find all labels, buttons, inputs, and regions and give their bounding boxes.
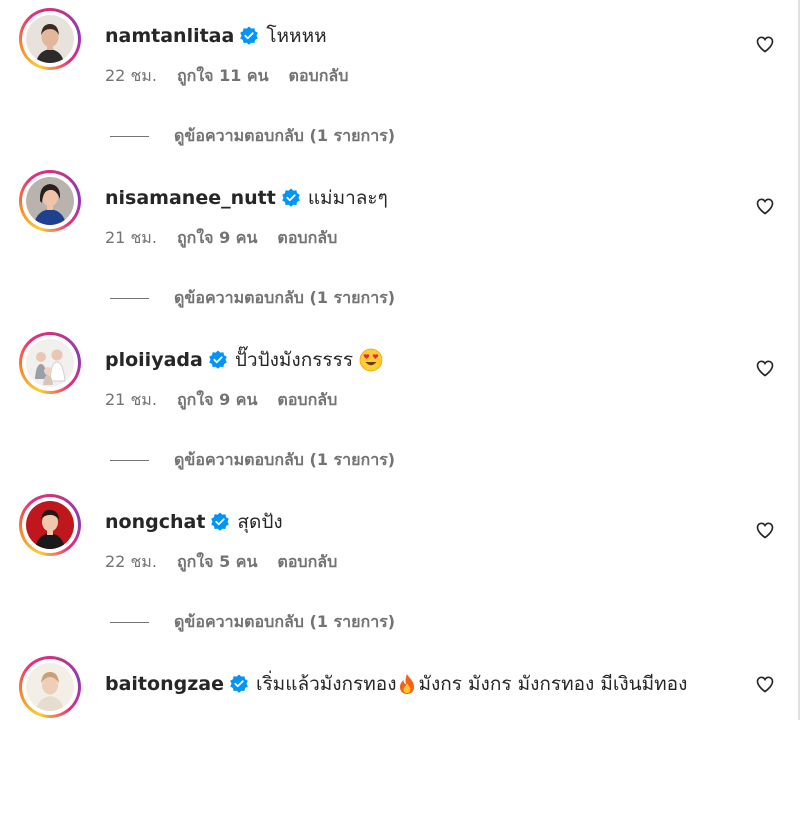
comment-item: nisamanee_nutt แม่มาละๆ 21 ชม. ถูกใจ 9 ค… (0, 170, 800, 332)
username[interactable]: nisamanee_nutt (105, 187, 276, 209)
replies-divider (110, 136, 149, 137)
view-replies-button[interactable]: ดูข้อความตอบกลับ (1 รายการ) (110, 610, 395, 635)
view-replies-label: ดูข้อความตอบกลับ (1 รายการ) (174, 612, 396, 631)
verified-badge-icon (240, 26, 259, 45)
heart-icon[interactable] (755, 196, 775, 216)
replies-divider (110, 622, 149, 623)
reply-button[interactable]: ตอบกลับ (277, 550, 337, 575)
view-replies-button[interactable]: ดูข้อความตอบกลับ (1 รายการ) (110, 286, 395, 311)
story-ring[interactable] (19, 8, 81, 70)
username[interactable]: nongchat (105, 511, 205, 533)
avatar[interactable] (26, 339, 74, 387)
comment-text: ปั๊วปังมังกรรรร (234, 349, 354, 371)
comment-time[interactable]: 21 ชม. (105, 388, 157, 413)
story-ring[interactable] (19, 332, 81, 394)
comment-text: แม่มาละๆ (307, 187, 388, 209)
comment-text: สุดปัง (237, 511, 283, 533)
heart-icon[interactable] (755, 674, 775, 694)
likes-count[interactable]: ถูกใจ 5 คน (177, 550, 257, 575)
view-replies-label: ดูข้อความตอบกลับ (1 รายการ) (174, 126, 396, 145)
likes-count[interactable]: ถูกใจ 9 คน (177, 226, 257, 251)
view-replies-button[interactable]: ดูข้อความตอบกลับ (1 รายการ) (110, 448, 395, 473)
verified-badge-icon (211, 512, 230, 531)
comment-time[interactable]: 21 ชม. (105, 226, 157, 251)
replies-divider (110, 298, 149, 299)
fire-emoji-icon (400, 674, 415, 694)
comment-text-continued: มังกร มังกร มังกรทอง มีเงินมีทอง (418, 673, 688, 695)
heart-icon[interactable] (755, 520, 775, 540)
story-ring[interactable] (19, 494, 81, 556)
reply-button[interactable]: ตอบกลับ (277, 226, 337, 251)
avatar[interactable] (26, 663, 74, 711)
comment-item: baitongzae เริ่มแล้วมังกรทอง มังกร มังกร… (0, 656, 800, 818)
verified-badge-icon (230, 674, 248, 693)
comment-item: nongchat สุดปัง 22 ชม. ถูกใจ 5 คน ตอบกลั… (0, 494, 800, 656)
comment-text: เริ่มแล้วมังกรทอง (255, 673, 397, 695)
view-replies-button[interactable]: ดูข้อความตอบกลับ (1 รายการ) (110, 124, 395, 149)
comment-item: namtanlitaa โหหหห 22 ชม. ถูกใจ 11 คน ตอบ… (0, 8, 800, 170)
replies-divider (110, 460, 149, 461)
comment-text: โหหหห (266, 25, 327, 47)
avatar[interactable] (26, 177, 74, 225)
username[interactable]: baitongzae (105, 673, 224, 695)
likes-count[interactable]: ถูกใจ 11 คน (177, 64, 269, 89)
story-ring[interactable] (19, 656, 81, 718)
reply-button[interactable]: ตอบกลับ (277, 388, 337, 413)
comment-time[interactable]: 22 ชม. (105, 550, 157, 575)
heart-icon[interactable] (755, 34, 775, 54)
avatar[interactable] (26, 15, 74, 63)
view-replies-label: ดูข้อความตอบกลับ (1 รายการ) (174, 288, 396, 307)
username[interactable]: namtanlitaa (105, 25, 234, 47)
heart-eyes-emoji-icon (359, 348, 383, 372)
story-ring[interactable] (19, 170, 81, 232)
verified-badge-icon (209, 350, 227, 369)
heart-icon[interactable] (755, 358, 775, 378)
comment-item: ploiiyada ปั๊วปังมังกรรรร 21 ชม. ถูกใจ 9… (0, 332, 800, 494)
likes-count[interactable]: ถูกใจ 9 คน (177, 388, 257, 413)
reply-button[interactable]: ตอบกลับ (289, 64, 349, 89)
username[interactable]: ploiiyada (105, 349, 203, 371)
comment-time[interactable]: 22 ชม. (105, 64, 157, 89)
avatar[interactable] (26, 501, 74, 549)
verified-badge-icon (282, 188, 300, 207)
view-replies-label: ดูข้อความตอบกลับ (1 รายการ) (174, 450, 396, 469)
